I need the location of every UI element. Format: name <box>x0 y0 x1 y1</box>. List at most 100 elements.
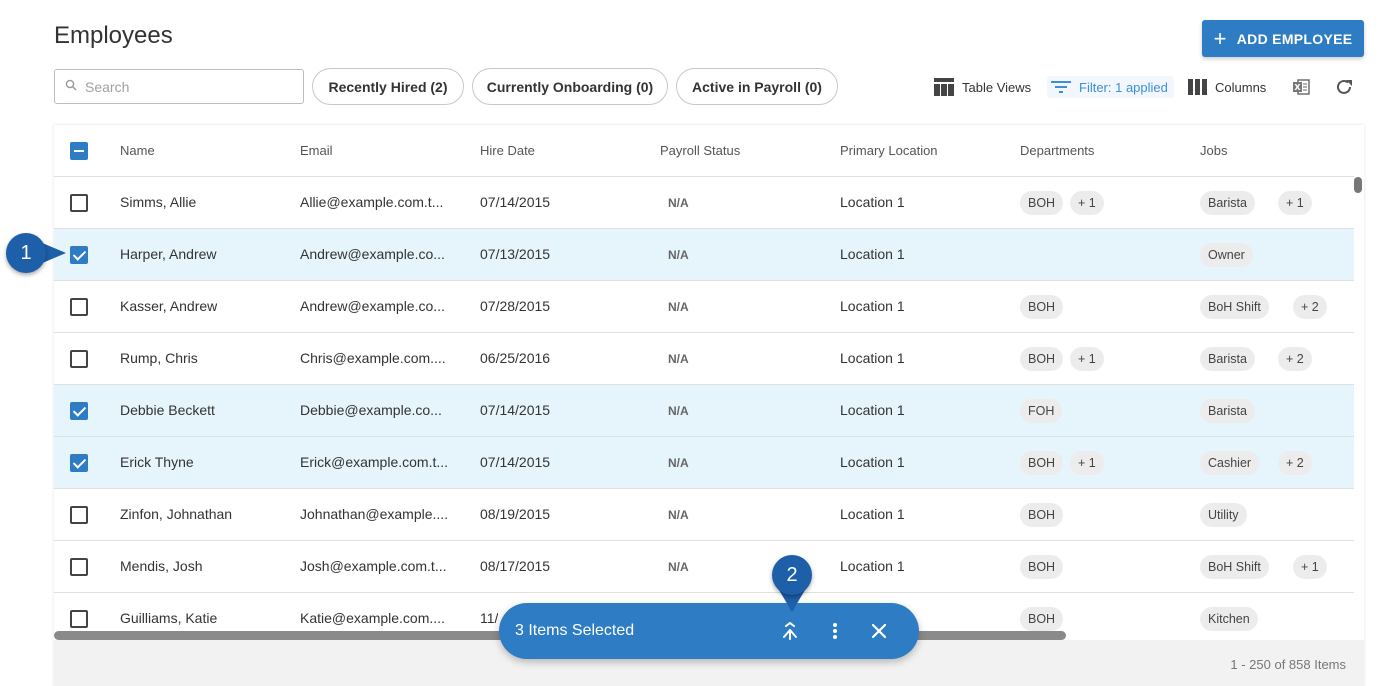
excel-export-icon[interactable]: X <box>1292 76 1318 98</box>
job-more-tag[interactable]: + 1 <box>1278 191 1312 215</box>
columns-button[interactable]: Columns <box>1188 76 1266 98</box>
department-tag: BOH <box>1020 607 1064 631</box>
hire-date: 08/19/2015 <box>480 506 551 522</box>
column-header-hire-date[interactable]: Hire Date <box>480 143 535 158</box>
column-header-email[interactable]: Email <box>300 143 333 158</box>
search-icon <box>65 78 77 96</box>
department-tag: BOH <box>1020 503 1064 527</box>
employee-email: Allie@example.com.t... <box>300 194 444 210</box>
column-header-departments[interactable]: Departments <box>1020 143 1094 158</box>
callout-2-badge: 2 <box>772 555 812 595</box>
row-checkbox[interactable] <box>70 454 88 472</box>
row-checkbox[interactable] <box>70 246 88 264</box>
job-tag: Owner <box>1200 243 1253 267</box>
column-header-payroll-status[interactable]: Payroll Status <box>660 143 740 158</box>
table-row[interactable]: Zinfon, Johnathan Johnathan@example.... 08… <box>54 489 1354 541</box>
filter-button[interactable]: Filter: 1 applied <box>1047 76 1174 98</box>
row-checkbox[interactable] <box>70 298 88 316</box>
more-options-icon[interactable] <box>824 620 846 642</box>
job-tag: Barista <box>1200 347 1255 371</box>
table-row[interactable]: Mendis, Josh Josh@example.com.t... 08/17/2… <box>54 541 1354 593</box>
refresh-icon[interactable] <box>1335 76 1361 98</box>
department-more-tag[interactable]: + 1 <box>1070 451 1104 475</box>
department-more-tag[interactable]: + 1 <box>1070 347 1104 371</box>
employee-name[interactable]: Kasser, Andrew <box>120 298 217 314</box>
primary-location: Location 1 <box>840 298 905 314</box>
department-more-tag[interactable]: + 1 <box>1070 191 1104 215</box>
column-header-name[interactable]: Name <box>120 143 155 158</box>
selection-count: 3 Items Selected <box>515 622 635 639</box>
select-all-checkbox[interactable] <box>70 142 88 160</box>
table-row[interactable]: Kasser, Andrew Andrew@example.co... 07/28/… <box>54 281 1354 333</box>
employee-name[interactable]: Erick Thyne <box>120 454 194 470</box>
close-icon[interactable] <box>868 620 890 642</box>
table-row[interactable]: Harper, Andrew Andrew@example.co... 07/13/… <box>54 229 1354 281</box>
employee-email: Katie@example.com.... <box>300 610 445 626</box>
row-checkbox[interactable] <box>70 350 88 368</box>
vertical-scrollbar[interactable] <box>1353 177 1362 635</box>
payroll-status: N/A <box>668 248 689 262</box>
payroll-status: N/A <box>668 196 689 210</box>
search-field[interactable] <box>54 69 304 104</box>
table-row[interactable]: Simms, Allie Allie@example.com.t... 07/14/… <box>54 177 1354 229</box>
add-employee-button[interactable]: + ADD EMPLOYEE <box>1202 20 1364 57</box>
employee-name[interactable]: Harper, Andrew <box>120 246 217 262</box>
filter-icon <box>1051 81 1071 93</box>
payroll-status: N/A <box>668 456 689 470</box>
employee-name[interactable]: Debbie Beckett <box>120 402 215 418</box>
primary-location: Location 1 <box>840 402 905 418</box>
employee-name[interactable]: Simms, Allie <box>120 194 196 210</box>
payroll-status: N/A <box>668 404 689 418</box>
job-more-tag[interactable]: + 1 <box>1293 555 1327 579</box>
recently-hired-filter-button[interactable]: Recently Hired (2) <box>312 68 464 105</box>
row-checkbox[interactable] <box>70 610 88 628</box>
department-tag: BOH <box>1020 191 1064 215</box>
currently-onboarding-filter-button[interactable]: Currently Onboarding (0) <box>472 68 668 105</box>
department-tag: BOH <box>1020 295 1064 319</box>
payroll-status: N/A <box>668 508 689 522</box>
pagination-info: 1 - 250 of 858 Items <box>1230 657 1346 672</box>
page-title: Employees <box>54 22 173 49</box>
hire-date: 07/13/2015 <box>480 246 551 262</box>
payroll-status: N/A <box>668 560 689 574</box>
row-checkbox[interactable] <box>70 194 88 212</box>
job-more-tag[interactable]: + 2 <box>1278 347 1312 371</box>
merge-icon[interactable] <box>779 620 801 642</box>
row-checkbox[interactable] <box>70 558 88 576</box>
active-in-payroll-filter-button[interactable]: Active in Payroll (0) <box>676 68 838 105</box>
department-tag: BOH <box>1020 451 1064 475</box>
job-tag: Barista <box>1200 399 1255 423</box>
employee-name[interactable]: Mendis, Josh <box>120 558 202 574</box>
row-checkbox[interactable] <box>70 506 88 524</box>
add-employee-label: ADD EMPLOYEE <box>1236 30 1353 47</box>
employee-name[interactable]: Rump, Chris <box>120 350 198 366</box>
employee-email: Andrew@example.co... <box>300 246 445 262</box>
hire-date: 07/14/2015 <box>480 402 551 418</box>
job-more-tag[interactable]: + 2 <box>1278 451 1312 475</box>
employee-email: Johnathan@example.... <box>300 506 449 522</box>
job-tag: Cashier <box>1200 451 1260 475</box>
employee-name[interactable]: Zinfon, Johnathan <box>120 506 232 522</box>
row-checkbox[interactable] <box>70 402 88 420</box>
department-tag: BOH <box>1020 555 1064 579</box>
table-row[interactable]: Debbie Beckett Debbie@example.co... 07/14/… <box>54 385 1354 437</box>
search-input[interactable] <box>85 78 285 95</box>
columns-label: Columns <box>1215 79 1267 95</box>
primary-location: Location 1 <box>840 246 905 262</box>
job-more-tag[interactable]: + 2 <box>1293 295 1327 319</box>
job-tag: Utility <box>1200 503 1247 527</box>
employee-name[interactable]: Guilliams, Katie <box>120 610 217 626</box>
table-header: Name Email Hire Date Payroll Status Prim… <box>54 125 1354 177</box>
vertical-scrollbar-thumb[interactable] <box>1354 177 1362 193</box>
table-row[interactable]: Erick Thyne Erick@example.com.t... 07/14/2… <box>54 437 1354 489</box>
table-icon <box>934 78 954 96</box>
primary-location: Location 1 <box>840 194 905 210</box>
table-row[interactable]: Rump, Chris Chris@example.com.... 06/25/20… <box>54 333 1354 385</box>
column-header-primary-location[interactable]: Primary Location <box>840 143 938 158</box>
table-views-button[interactable]: Table Views <box>934 76 1031 98</box>
callout-1-badge: 1 <box>6 233 46 273</box>
column-header-jobs[interactable]: Jobs <box>1200 143 1227 158</box>
selection-action-bar: 3 Items Selected <box>499 603 919 659</box>
hire-date: 06/25/2016 <box>480 350 551 366</box>
job-tag: BoH Shift <box>1200 555 1269 579</box>
